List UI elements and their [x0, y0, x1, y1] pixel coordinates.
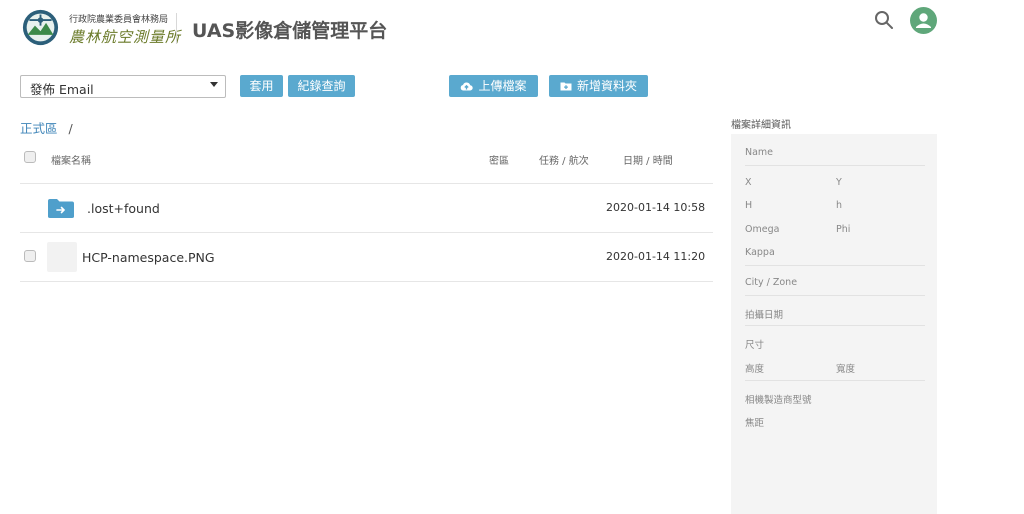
- chevron-down-icon: [210, 82, 218, 87]
- org-script: 農林航空測量所: [69, 28, 182, 46]
- detail-divider: [745, 295, 925, 296]
- details-panel-title: 檔案詳細資訊: [731, 120, 791, 131]
- row-datetime: 2020-01-14 11:20: [606, 250, 706, 263]
- folder-plus-icon: [560, 82, 572, 90]
- detail-label-width: 寬度: [836, 364, 856, 375]
- detail-divider: [745, 165, 925, 166]
- column-header-task[interactable]: 任務 / 航次: [539, 152, 589, 167]
- row-divider: [20, 232, 713, 233]
- row-divider: [20, 183, 713, 184]
- app-title: UAS影像倉儲管理平台: [192, 20, 388, 42]
- avatar[interactable]: [910, 7, 937, 34]
- detail-label-h-lower: h: [836, 200, 843, 211]
- detail-label-focal-length: 焦距: [745, 418, 765, 429]
- detail-divider: [745, 325, 925, 326]
- filter-select[interactable]: 發佈 Email: [20, 75, 226, 98]
- row-checkbox[interactable]: [24, 250, 36, 262]
- cloud-upload-icon: [461, 82, 474, 91]
- log-query-button[interactable]: 紀錄查詢: [288, 75, 355, 97]
- upload-file-button[interactable]: 上傳檔案: [449, 75, 538, 97]
- detail-label-y: Y: [836, 177, 842, 188]
- column-header-datetime[interactable]: 日期 / 時間: [623, 152, 673, 167]
- apply-button[interactable]: 套用: [240, 75, 283, 97]
- new-folder-button[interactable]: 新增資料夾: [549, 75, 648, 97]
- row-divider: [20, 281, 713, 282]
- detail-label-phi: Phi: [836, 224, 851, 235]
- detail-label-kappa: Kappa: [745, 247, 775, 258]
- detail-label-name: Name: [745, 147, 774, 158]
- header-divider: [176, 13, 177, 44]
- file-name[interactable]: HCP-namespace.PNG: [82, 250, 215, 265]
- column-header-name[interactable]: 檔案名稱: [51, 152, 91, 167]
- breadcrumb: 正式區 /: [20, 118, 73, 137]
- file-thumbnail[interactable]: [47, 242, 77, 272]
- folder-icon[interactable]: [47, 198, 75, 219]
- breadcrumb-separator: /: [68, 121, 73, 136]
- details-panel: Name X Y H h Omega Phi Kappa City / Zone…: [731, 134, 937, 514]
- logo-emblem: [22, 9, 59, 46]
- upload-file-label: 上傳檔案: [478, 79, 527, 93]
- detail-label-city-zone: City / Zone: [745, 277, 798, 288]
- detail-label-h-upper: H: [745, 200, 753, 211]
- filter-select-value: 發佈 Email: [30, 82, 94, 97]
- column-header-secret[interactable]: 密區: [489, 152, 509, 167]
- folder-name[interactable]: .lost+found: [87, 201, 160, 216]
- detail-label-omega: Omega: [745, 224, 780, 235]
- detail-label-camera-model: 相機製造商型號: [745, 395, 812, 406]
- detail-divider: [745, 380, 925, 381]
- search-button[interactable]: [873, 9, 895, 31]
- new-folder-label: 新增資料夾: [576, 79, 637, 93]
- detail-divider: [745, 265, 925, 266]
- select-all-checkbox[interactable]: [24, 151, 36, 163]
- detail-label-shoot-date: 拍攝日期: [745, 310, 784, 321]
- detail-label-height: 高度: [745, 364, 765, 375]
- detail-label-x: X: [745, 177, 752, 188]
- detail-label-size: 尺寸: [745, 340, 765, 351]
- user-icon: [916, 13, 931, 28]
- row-datetime: 2020-01-14 10:58: [606, 201, 706, 214]
- search-icon: [875, 11, 893, 29]
- org-name: 行政院農業委員會林務局: [69, 15, 169, 25]
- breadcrumb-root[interactable]: 正式區: [20, 121, 58, 136]
